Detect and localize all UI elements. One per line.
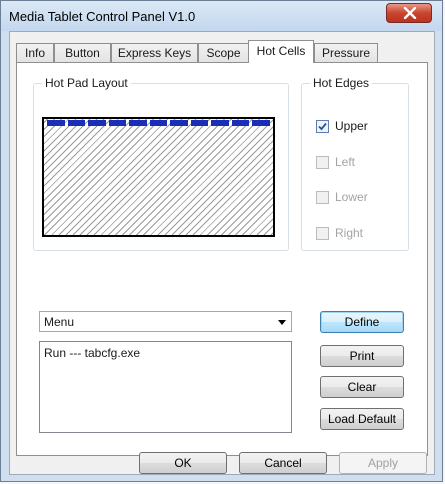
- upper-hot-cells: [47, 120, 271, 126]
- hot-cells-panel: Hot Pad Layout Hot Edges Upper Left Lowe…: [16, 62, 428, 456]
- left-checkbox-row[interactable]: Left: [316, 154, 355, 170]
- checkmark-icon: [318, 122, 327, 130]
- define-button[interactable]: Define: [320, 311, 404, 333]
- hot-cell[interactable]: [252, 120, 271, 126]
- upper-label: Upper: [335, 119, 368, 133]
- hot-cell[interactable]: [170, 120, 188, 126]
- tab-button[interactable]: Button: [54, 43, 111, 62]
- lower-checkbox[interactable]: [316, 190, 329, 204]
- close-icon: [403, 7, 417, 19]
- cancel-button[interactable]: Cancel: [239, 452, 327, 474]
- lower-label: Lower: [335, 190, 368, 204]
- dropdown-arrow-icon: [278, 320, 286, 325]
- hot-cell[interactable]: [211, 120, 229, 126]
- tab-info[interactable]: Info: [16, 43, 54, 62]
- title-bar[interactable]: Media Tablet Control Panel V1.0: [1, 1, 442, 31]
- hot-edges-legend: Hot Edges: [310, 76, 373, 90]
- left-label: Left: [335, 155, 356, 169]
- hot-cell[interactable]: [231, 120, 250, 126]
- action-combo[interactable]: Menu: [39, 311, 292, 332]
- hot-cell[interactable]: [88, 120, 106, 126]
- apply-button[interactable]: Apply: [339, 452, 427, 474]
- left-checkbox[interactable]: [316, 155, 329, 169]
- right-label: Right: [335, 226, 364, 240]
- window-title: Media Tablet Control Panel V1.0: [9, 9, 196, 24]
- hot-cell[interactable]: [108, 120, 127, 126]
- dialog-client-area: Info Button Express Keys Scope Hot Cells…: [9, 31, 435, 475]
- control-panel-window: Media Tablet Control Panel V1.0 Info But…: [0, 0, 443, 482]
- ok-button[interactable]: OK: [139, 452, 227, 474]
- close-button[interactable]: [386, 3, 432, 23]
- upper-checkbox[interactable]: [316, 119, 329, 133]
- hot-cell[interactable]: [149, 120, 168, 126]
- load-default-button[interactable]: Load Default: [320, 408, 404, 430]
- hot-cell[interactable]: [47, 120, 65, 126]
- right-checkbox-row[interactable]: Right: [316, 225, 363, 241]
- tab-hot-cells[interactable]: Hot Cells: [248, 40, 314, 63]
- upper-checkbox-row[interactable]: Upper: [316, 118, 368, 134]
- lower-checkbox-row[interactable]: Lower: [316, 189, 368, 205]
- clear-button[interactable]: Clear: [320, 376, 404, 398]
- assignment-list[interactable]: Run --- tabcfg.exe: [39, 341, 292, 433]
- tab-express-keys[interactable]: Express Keys: [111, 43, 198, 62]
- hot-edges-group: Hot Edges Upper Left Lower Right: [301, 76, 409, 251]
- hot-cell[interactable]: [190, 120, 209, 126]
- action-combo-value: Menu: [44, 315, 75, 329]
- right-checkbox[interactable]: [316, 226, 329, 240]
- hot-pad-layout-group: Hot Pad Layout: [33, 76, 289, 251]
- hot-pad-layout-legend: Hot Pad Layout: [42, 76, 131, 90]
- list-item[interactable]: Run --- tabcfg.exe: [44, 346, 140, 360]
- tab-scope[interactable]: Scope: [198, 43, 249, 62]
- tab-pressure[interactable]: Pressure: [314, 43, 378, 62]
- hot-cell[interactable]: [129, 120, 147, 126]
- hot-pad-diagram[interactable]: [42, 117, 275, 237]
- print-button[interactable]: Print: [320, 345, 404, 367]
- hot-cell[interactable]: [67, 120, 86, 126]
